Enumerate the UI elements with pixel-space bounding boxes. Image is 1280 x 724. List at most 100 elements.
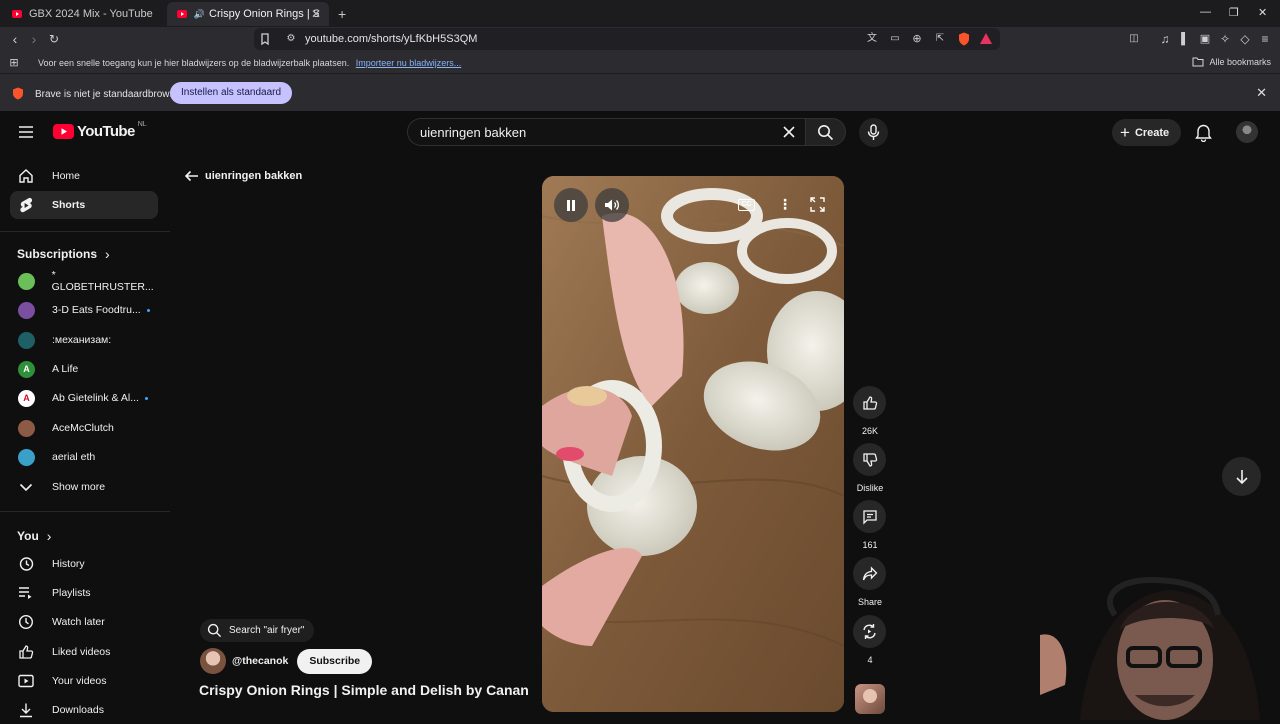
tab-title: Crispy Onion Rings | Simple a <box>209 8 319 20</box>
subscribe-button[interactable]: Subscribe <box>297 648 373 674</box>
sidebar-item-liked-videos[interactable]: Liked videos <box>10 638 158 666</box>
remix-icon <box>863 624 876 639</box>
hamburger-menu-icon[interactable] <box>18 125 34 139</box>
pause-button[interactable] <box>554 188 588 222</box>
set-default-button[interactable]: Instellen als standaard <box>170 82 293 104</box>
video-title[interactable]: Crispy Onion Rings | Simple and Delish b… <box>199 682 529 698</box>
subscriptions-heading[interactable]: Subscriptions › <box>17 246 110 262</box>
youtube-logo[interactable]: YouTube NL <box>53 121 147 140</box>
sidebar-subscription-item[interactable]: * GLOBETHRUSTER... <box>10 267 158 295</box>
new-tab-button[interactable]: + <box>332 2 352 26</box>
sidebar-toggle-icon[interactable]: ▌ <box>1177 31 1193 47</box>
translate-icon[interactable]: 文 <box>864 31 880 47</box>
bookmark-icon[interactable] <box>257 31 273 47</box>
sidebar-item-shorts[interactable]: Shorts <box>10 191 158 219</box>
captions-icon[interactable]: CC <box>738 199 755 211</box>
history-icon <box>18 556 34 572</box>
comments-button[interactable] <box>853 500 886 533</box>
youtube-logo-text: YouTube <box>77 123 135 140</box>
like-button[interactable] <box>853 386 886 419</box>
sidebar-item-watch-later[interactable]: Watch later <box>10 608 158 636</box>
notifications-bell-icon[interactable] <box>1195 123 1212 142</box>
channel-avatar <box>18 448 35 466</box>
sidebar-item-label: Shorts <box>52 199 86 211</box>
url-text: youtube.com/shorts/yLfKbH5S3QM <box>305 33 478 45</box>
sidebar-subscription-item[interactable]: 3-D Eats Foodtru... <box>10 296 158 324</box>
channel-avatar <box>18 301 35 319</box>
infobar-message: Brave is niet je standaardbrowser <box>35 89 184 100</box>
create-button[interactable]: + Create <box>1112 119 1182 146</box>
sidebar-item-home[interactable]: Home <box>10 162 158 190</box>
create-label: Create <box>1134 126 1170 139</box>
sidebar-subscription-item[interactable]: :механизам: <box>10 326 158 354</box>
account-avatar[interactable] <box>1236 121 1258 143</box>
channel-avatar: A <box>18 360 35 378</box>
sidebar-item-your-videos[interactable]: Your videos <box>10 667 158 695</box>
back-to-search-button[interactable]: uienringen bakken <box>184 170 302 182</box>
sound-thumbnail[interactable] <box>855 684 885 714</box>
minimize-icon[interactable]: — <box>1200 6 1211 18</box>
back-label-text: uienringen bakken <box>205 170 303 182</box>
clear-search-icon[interactable] <box>782 125 796 139</box>
back-icon[interactable]: ‹ <box>7 31 23 47</box>
sidebar-item-history[interactable]: History <box>10 550 158 578</box>
new-content-dot <box>144 396 148 400</box>
channel-avatar <box>18 419 35 437</box>
share-page-icon[interactable]: ⇱ <box>932 31 948 47</box>
search-input[interactable]: uienringen bakken <box>407 118 807 146</box>
shorts-video-player[interactable]: CC ⋮ <box>542 176 844 712</box>
search-button[interactable] <box>805 118 846 146</box>
sidebar-item-label: Home <box>52 170 81 182</box>
show-more-button[interactable]: Show more <box>10 473 158 501</box>
close-infobar-icon[interactable]: ✕ <box>1256 85 1267 101</box>
vpn-icon[interactable]: ◇ <box>1237 31 1253 47</box>
volume-button[interactable] <box>595 188 629 222</box>
sidebar-subscription-item[interactable]: AceMcClutch <box>10 414 158 442</box>
search-icon <box>817 124 834 141</box>
dislike-button[interactable] <box>853 443 886 476</box>
new-content-dot <box>146 308 150 312</box>
site-settings-icon[interactable]: ⚙ <box>283 31 299 47</box>
forward-icon[interactable]: › <box>26 31 42 47</box>
tab-crispy-onion-rings[interactable]: 🔊 Crispy Onion Rings | Simple a ✕ <box>167 2 329 26</box>
voice-search-button[interactable] <box>859 118 888 147</box>
cast-icon[interactable]: ▭ <box>887 31 903 47</box>
dislike-icon <box>862 452 877 467</box>
apps-grid-icon[interactable]: ⊞ <box>6 55 22 71</box>
screenshot-icon[interactable]: ◫ <box>1126 31 1142 47</box>
playlists-icon <box>18 585 34 601</box>
restore-icon[interactable]: ❐ <box>1229 6 1239 19</box>
zoom-icon[interactable]: ⊕ <box>909 31 925 47</box>
brave-shields-icon[interactable] <box>956 31 972 47</box>
channel-handle[interactable]: @thecanok <box>232 655 288 667</box>
sidebar-subscription-item[interactable]: A Ab Gietelink & Al... <box>10 384 158 412</box>
search-icon <box>207 623 222 638</box>
more-options-icon[interactable]: ⋮ <box>778 196 792 213</box>
import-bookmarks-link[interactable]: Importeer nu bladwijzers... <box>356 58 462 68</box>
sidebar-subscription-item[interactable]: A Ab Gietelink & Al... A Life <box>10 355 158 383</box>
you-heading[interactable]: You › <box>17 528 51 544</box>
media-icon[interactable]: ♫ <box>1157 31 1173 47</box>
fullscreen-icon[interactable] <box>810 197 825 212</box>
wallet-icon[interactable]: ▣ <box>1197 31 1213 47</box>
default-browser-infobar: Brave is niet je standaardbrowser Instel… <box>0 74 1280 111</box>
leo-ai-icon[interactable]: ✧ <box>1217 31 1233 47</box>
sidebar-subscription-item[interactable]: aerial eth <box>10 443 158 471</box>
comment-icon <box>862 509 877 525</box>
brave-rewards-icon[interactable] <box>978 31 994 47</box>
all-bookmarks-button[interactable]: Alle bookmarks <box>1192 57 1271 67</box>
close-window-icon[interactable]: ✕ <box>1258 6 1267 19</box>
tab-gbx-mix[interactable]: GBX 2024 Mix - YouTube <box>2 2 167 26</box>
browser-toolbar: ‹ › ↻ ⚙ youtube.com/shorts/yLfKbH5S3QM 文… <box>0 27 1280 52</box>
address-bar[interactable]: ⚙ youtube.com/shorts/yLfKbH5S3QM 文 ▭ ⊕ ⇱ <box>254 28 1000 50</box>
sidebar-item-playlists[interactable]: Playlists <box>10 579 158 607</box>
next-short-button[interactable] <box>1222 457 1261 496</box>
remix-button[interactable] <box>853 615 886 648</box>
related-search-chip[interactable]: Search "air fryer" <box>200 619 315 642</box>
close-tab-icon[interactable]: ✕ <box>311 7 321 21</box>
webcam-picture <box>1040 575 1280 720</box>
menu-icon[interactable]: ≡ <box>1257 31 1273 47</box>
channel-avatar[interactable] <box>200 648 226 674</box>
reload-icon[interactable]: ↻ <box>46 31 62 47</box>
share-button[interactable] <box>853 557 886 590</box>
